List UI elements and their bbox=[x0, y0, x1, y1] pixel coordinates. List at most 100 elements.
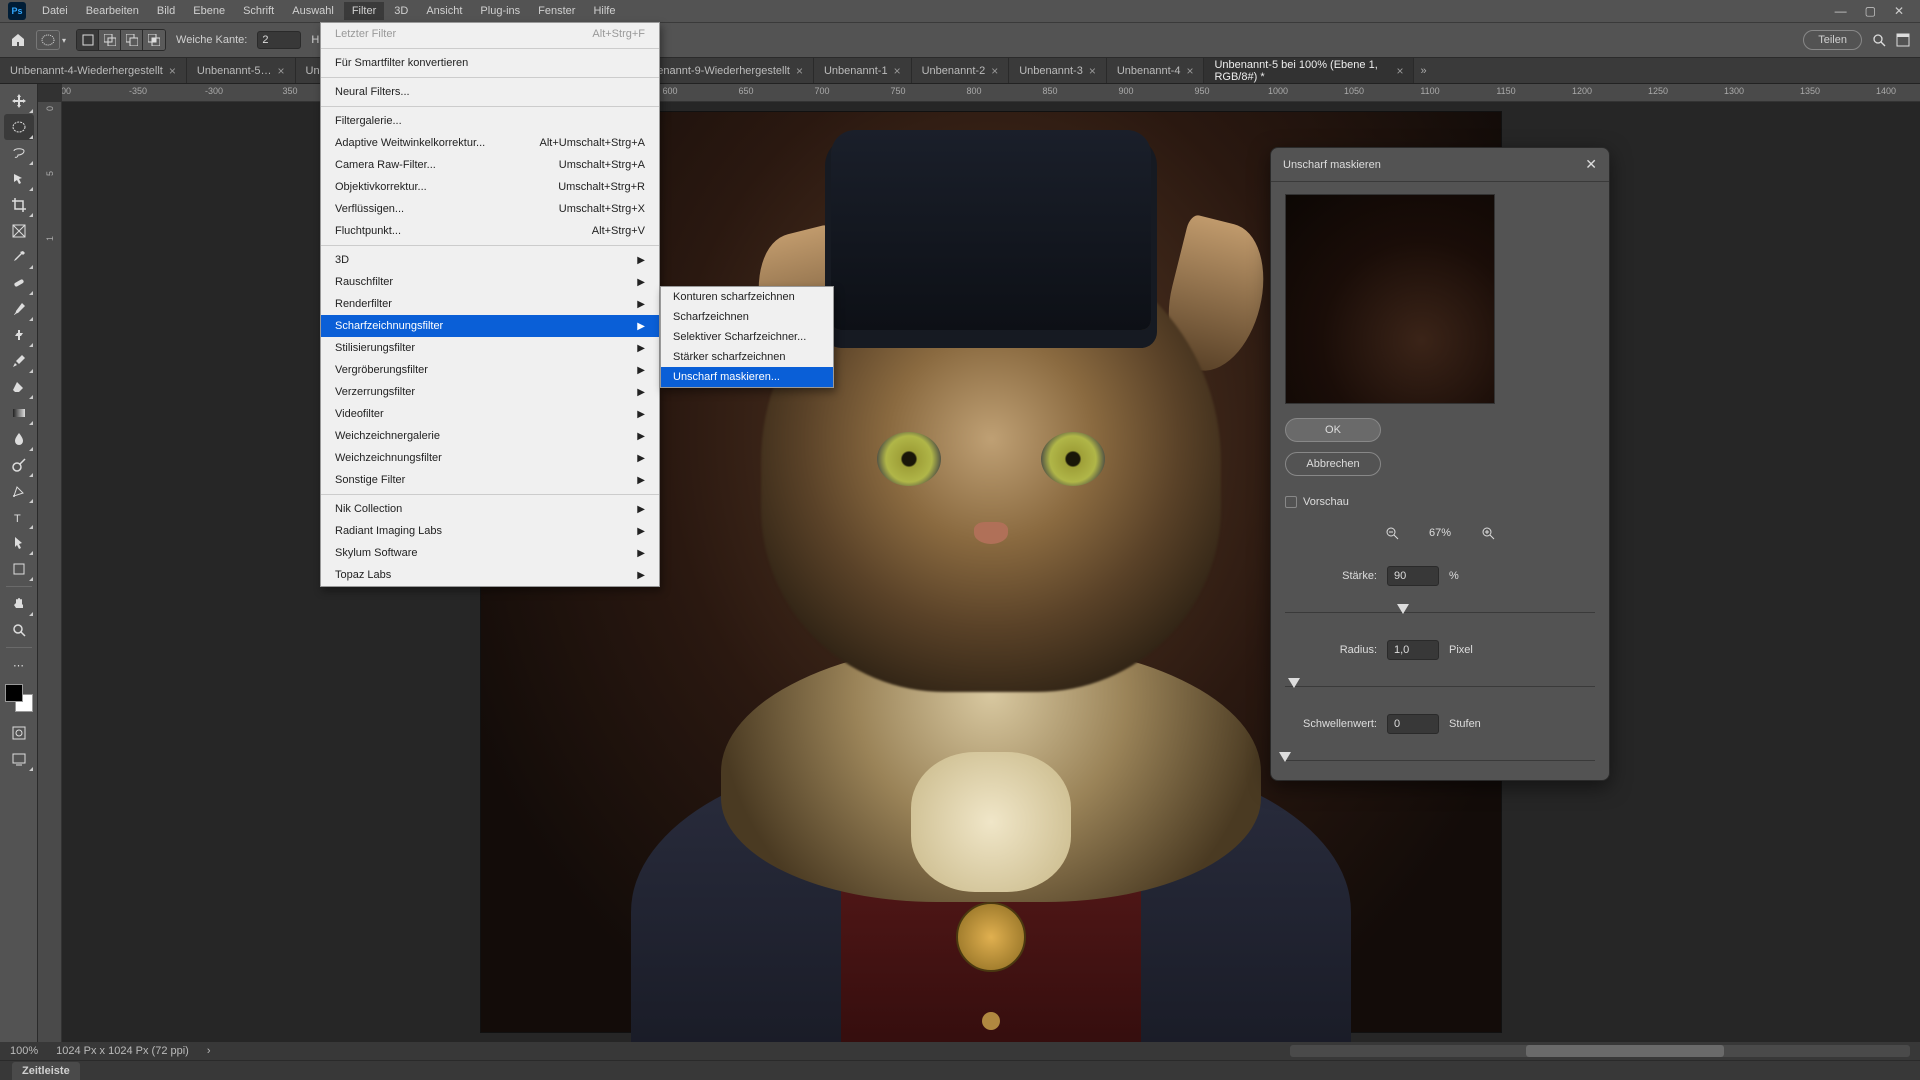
radius-input[interactable] bbox=[1387, 640, 1439, 660]
foreground-swatch[interactable] bbox=[5, 684, 23, 702]
tab-close-icon[interactable]: × bbox=[1089, 64, 1096, 78]
tab-overflow-icon[interactable]: » bbox=[1414, 58, 1432, 83]
dialog-titlebar[interactable]: Unscharf maskieren ✕ bbox=[1271, 148, 1609, 182]
menu-last-filter[interactable]: Letzter FilterAlt+Strg+F bbox=[321, 23, 659, 45]
ok-button[interactable]: OK bbox=[1285, 418, 1381, 442]
chevron-down-icon[interactable]: ▾ bbox=[62, 36, 66, 45]
dialog-preview[interactable] bbox=[1285, 194, 1495, 404]
tab-close-icon[interactable]: × bbox=[1186, 64, 1193, 78]
menu-schrift[interactable]: Schrift bbox=[235, 2, 282, 20]
doc-tab[interactable]: Unbenannt-5…× bbox=[187, 58, 296, 83]
status-arrow-icon[interactable]: › bbox=[207, 1045, 211, 1057]
submenu-sharpen[interactable]: Scharfzeichnen bbox=[661, 307, 833, 327]
menu-bearbeiten[interactable]: Bearbeiten bbox=[78, 2, 147, 20]
scrollbar-thumb[interactable] bbox=[1526, 1045, 1724, 1057]
frame-tool[interactable] bbox=[4, 218, 34, 244]
menu-group-blur-gallery[interactable]: Weichzeichnergalerie▶ bbox=[321, 425, 659, 447]
doc-tab[interactable]: Unbenannt-4-Wiederhergestellt× bbox=[0, 58, 187, 83]
doc-tab[interactable]: Unbenannt-2× bbox=[912, 58, 1010, 83]
brush-tool[interactable] bbox=[4, 296, 34, 322]
tab-close-icon[interactable]: × bbox=[796, 64, 803, 78]
menu-fenster[interactable]: Fenster bbox=[530, 2, 583, 20]
close-icon[interactable]: ✕ bbox=[1894, 4, 1904, 18]
submenu-sharpen-edges[interactable]: Konturen scharfzeichnen bbox=[661, 287, 833, 307]
selection-new-button[interactable] bbox=[77, 30, 99, 50]
menu-plugin-nik[interactable]: Nik Collection▶ bbox=[321, 498, 659, 520]
menu-3d[interactable]: 3D bbox=[386, 2, 416, 20]
tab-close-icon[interactable]: × bbox=[991, 64, 998, 78]
tab-close-icon[interactable]: × bbox=[1396, 64, 1403, 78]
minimize-icon[interactable]: — bbox=[1835, 4, 1847, 18]
hand-tool[interactable] bbox=[4, 591, 34, 617]
selection-intersect-button[interactable] bbox=[143, 30, 165, 50]
gradient-tool[interactable] bbox=[4, 400, 34, 426]
menu-group-stylize[interactable]: Stilisierungsfilter▶ bbox=[321, 337, 659, 359]
share-button[interactable]: Teilen bbox=[1803, 30, 1862, 50]
tool-preset-icon[interactable] bbox=[36, 30, 60, 50]
threshold-input[interactable] bbox=[1387, 714, 1439, 734]
home-icon[interactable] bbox=[10, 32, 26, 48]
zoom-out-icon[interactable] bbox=[1385, 526, 1399, 540]
menu-auswahl[interactable]: Auswahl bbox=[284, 2, 342, 20]
menu-ebene[interactable]: Ebene bbox=[185, 2, 233, 20]
menu-plugin-skylum[interactable]: Skylum Software▶ bbox=[321, 542, 659, 564]
menu-filter-gallery[interactable]: Filtergalerie... bbox=[321, 110, 659, 132]
dodge-tool[interactable] bbox=[4, 452, 34, 478]
menu-convert-smart[interactable]: Für Smartfilter konvertieren bbox=[321, 52, 659, 74]
eyedropper-tool[interactable] bbox=[4, 244, 34, 270]
menu-ansicht[interactable]: Ansicht bbox=[418, 2, 470, 20]
blur-tool[interactable] bbox=[4, 426, 34, 452]
submenu-smart-sharpen[interactable]: Selektiver Scharfzeichner... bbox=[661, 327, 833, 347]
menu-group-other[interactable]: Sonstige Filter▶ bbox=[321, 469, 659, 491]
submenu-sharpen-more[interactable]: Stärker scharfzeichnen bbox=[661, 347, 833, 367]
doc-tab[interactable]: Unbenannt-1× bbox=[814, 58, 912, 83]
menu-group-sharpen[interactable]: Scharfzeichnungsfilter▶ bbox=[321, 315, 659, 337]
timeline-tab[interactable]: Zeitleiste bbox=[12, 1062, 80, 1080]
menu-group-blur[interactable]: Weichzeichnungsfilter▶ bbox=[321, 447, 659, 469]
path-select-tool[interactable] bbox=[4, 530, 34, 556]
menu-group-render[interactable]: Renderfilter▶ bbox=[321, 293, 659, 315]
dialog-close-icon[interactable]: ✕ bbox=[1585, 156, 1597, 173]
amount-slider[interactable] bbox=[1285, 602, 1595, 614]
preview-checkbox-row[interactable]: Vorschau bbox=[1285, 496, 1381, 508]
preview-checkbox[interactable] bbox=[1285, 496, 1297, 508]
menu-plugins[interactable]: Plug-ins bbox=[472, 2, 528, 20]
horizontal-scrollbar[interactable] bbox=[1290, 1045, 1910, 1057]
menu-group-noise[interactable]: Rauschfilter▶ bbox=[321, 271, 659, 293]
tab-close-icon[interactable]: × bbox=[169, 64, 176, 78]
selection-add-button[interactable] bbox=[99, 30, 121, 50]
menu-bild[interactable]: Bild bbox=[149, 2, 183, 20]
menu-group-distort[interactable]: Verzerrungsfilter▶ bbox=[321, 381, 659, 403]
history-brush-tool[interactable] bbox=[4, 348, 34, 374]
radius-slider[interactable] bbox=[1285, 676, 1595, 688]
workspace-icon[interactable] bbox=[1896, 33, 1910, 47]
amount-input[interactable] bbox=[1387, 566, 1439, 586]
menu-filter[interactable]: Filter bbox=[344, 2, 384, 20]
menu-adaptive-wide[interactable]: Adaptive Weitwinkelkorrektur...Alt+Umsch… bbox=[321, 132, 659, 154]
menu-hilfe[interactable]: Hilfe bbox=[585, 2, 623, 20]
menu-plugin-radiant[interactable]: Radiant Imaging Labs▶ bbox=[321, 520, 659, 542]
type-tool[interactable]: T bbox=[4, 504, 34, 530]
status-zoom[interactable]: 100% bbox=[10, 1045, 38, 1057]
marquee-tool[interactable] bbox=[4, 114, 34, 140]
maximize-icon[interactable]: ▢ bbox=[1865, 4, 1876, 18]
selection-subtract-button[interactable] bbox=[121, 30, 143, 50]
search-icon[interactable] bbox=[1872, 33, 1886, 47]
doc-tab-active[interactable]: Unbenannt-5 bei 100% (Ebene 1, RGB/8#) *… bbox=[1204, 58, 1414, 83]
quickmask-icon[interactable] bbox=[4, 720, 34, 746]
crop-tool[interactable] bbox=[4, 192, 34, 218]
menu-liquify[interactable]: Verflüssigen...Umschalt+Strg+X bbox=[321, 198, 659, 220]
menu-group-3d[interactable]: 3D▶ bbox=[321, 249, 659, 271]
menu-group-video[interactable]: Videofilter▶ bbox=[321, 403, 659, 425]
zoom-tool[interactable] bbox=[4, 617, 34, 643]
cancel-button[interactable]: Abbrechen bbox=[1285, 452, 1381, 476]
tab-close-icon[interactable]: × bbox=[278, 64, 285, 78]
shape-tool[interactable] bbox=[4, 556, 34, 582]
menu-neural-filters[interactable]: Neural Filters... bbox=[321, 81, 659, 103]
menu-plugin-topaz[interactable]: Topaz Labs▶ bbox=[321, 564, 659, 586]
menu-vanishing-point[interactable]: Fluchtpunkt...Alt+Strg+V bbox=[321, 220, 659, 242]
zoom-in-icon[interactable] bbox=[1481, 526, 1495, 540]
clone-tool[interactable] bbox=[4, 322, 34, 348]
tab-close-icon[interactable]: × bbox=[894, 64, 901, 78]
feather-input[interactable] bbox=[257, 31, 301, 49]
